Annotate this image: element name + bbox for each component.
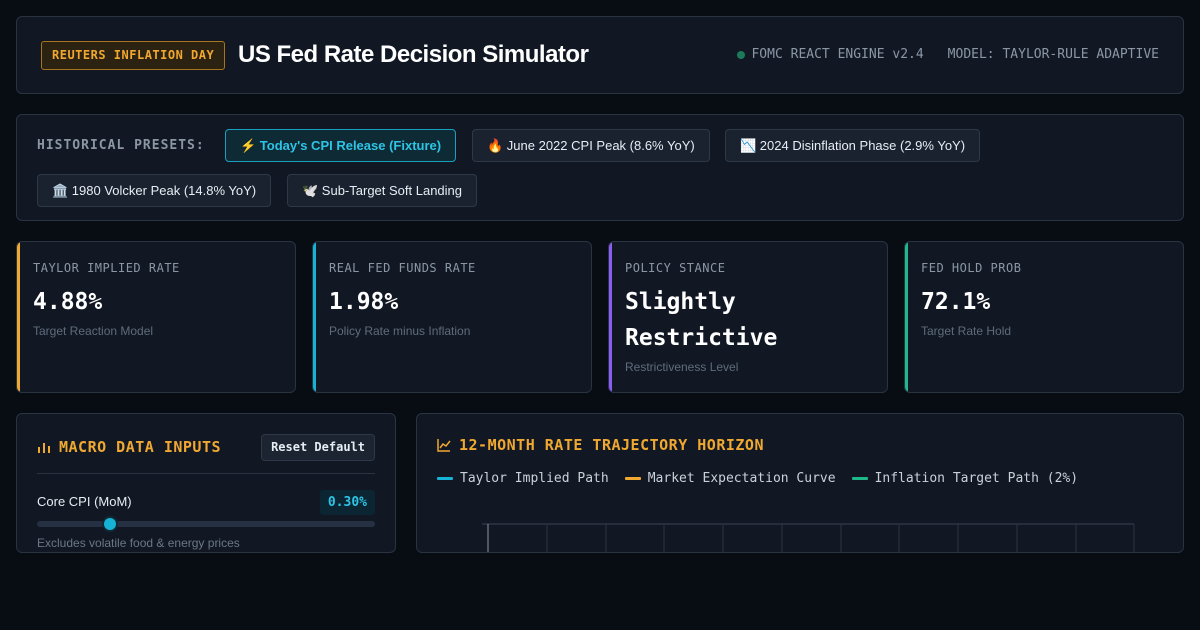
core-cpi-value: 0.30% [319, 490, 375, 515]
legend-swatch [851, 477, 868, 480]
chart-legend: Taylor Implied Path Market Expectation C… [437, 471, 1078, 486]
card-value: 4.88% [33, 289, 103, 315]
bar-chart-icon [38, 443, 50, 453]
metric-card-taylor-rate: TAYLOR IMPLIED RATE 4.88% Target Reactio… [16, 241, 296, 393]
macro-title: MACRO DATA INPUTS [59, 438, 222, 456]
app-header: REUTERS INFLATION DAY US Fed Rate Decisi… [16, 16, 1184, 94]
card-value: Slightly Restrictive [625, 289, 778, 351]
metric-card-policy-stance: POLICY STANCE Slightly Restrictive Restr… [608, 241, 888, 393]
card-accent-bar [905, 242, 908, 392]
divider [37, 473, 375, 474]
legend-item-taylor[interactable]: Taylor Implied Path [437, 471, 609, 486]
engine-version: FOMC REACT ENGINE v2.4 [751, 47, 924, 62]
chart-title: 12-MONTH RATE TRAJECTORY HORIZON [459, 436, 764, 454]
card-label: REAL FED FUNDS RATE [329, 261, 476, 275]
slider-thumb[interactable] [101, 516, 118, 532]
line-chart-icon [437, 439, 451, 452]
card-accent-bar [313, 242, 316, 392]
trajectory-chart-grid [482, 523, 1135, 552]
card-label: FED HOLD PROB [921, 261, 1022, 275]
preset-todays-cpi-button[interactable]: ⚡ Today's CPI Release (Fixture) [225, 129, 457, 162]
status-dot-icon [737, 50, 746, 59]
macro-inputs-panel: MACRO DATA INPUTS Reset Default Core CPI… [16, 413, 396, 553]
page-title: US Fed Rate Decision Simulator [238, 41, 589, 68]
presets-panel: HISTORICAL PRESETS: ⚡ Today's CPI Releas… [16, 114, 1184, 221]
legend-swatch [437, 477, 453, 480]
core-cpi-slider[interactable] [37, 516, 375, 532]
legend-swatch [624, 477, 641, 480]
legend-label: Market Expectation Curve [647, 471, 836, 486]
legend-label: Inflation Target Path (2%) [874, 471, 1079, 486]
model-label: MODEL: TAYLOR-RULE ADAPTIVE [947, 47, 1159, 62]
core-cpi-help: Excludes volatile food & energy prices [37, 536, 240, 550]
legend-item-market[interactable]: Market Expectation Curve [624, 471, 836, 486]
rate-trajectory-panel: 12-MONTH RATE TRAJECTORY HORIZON Taylor … [416, 413, 1184, 553]
legend-item-target[interactable]: Inflation Target Path (2%) [851, 471, 1079, 486]
card-accent-bar [17, 242, 20, 392]
card-subtitle: Policy Rate minus Inflation [329, 324, 471, 338]
preset-1980-volcker-button[interactable]: 🏛️ 1980 Volcker Peak (14.8% YoY) [37, 174, 272, 207]
preset-june-2022-button[interactable]: 🔥 June 2022 CPI Peak (8.6% YoY) [472, 129, 710, 162]
legend-label: Taylor Implied Path [460, 471, 609, 486]
core-cpi-label: Core CPI (MoM) [37, 494, 132, 509]
preset-soft-landing-button[interactable]: 🕊️ Sub-Target Soft Landing [287, 174, 478, 207]
card-value: 1.98% [329, 289, 399, 315]
card-subtitle: Restrictiveness Level [625, 360, 739, 374]
metric-card-real-fed-funds: REAL FED FUNDS RATE 1.98% Policy Rate mi… [312, 241, 592, 393]
metric-card-fed-hold-prob: FED HOLD PROB 72.1% Target Rate Hold [904, 241, 1184, 393]
event-badge: REUTERS INFLATION DAY [41, 41, 226, 70]
card-accent-bar [609, 242, 612, 392]
reset-default-button[interactable]: Reset Default [261, 434, 375, 461]
card-subtitle: Target Reaction Model [33, 324, 154, 338]
presets-label: HISTORICAL PRESETS: [37, 138, 205, 153]
chart-header: 12-MONTH RATE TRAJECTORY HORIZON [437, 436, 764, 454]
macro-header: MACRO DATA INPUTS [37, 438, 221, 456]
card-label: TAYLOR IMPLIED RATE [33, 261, 180, 275]
engine-status: FOMC REACT ENGINE v2.4 [737, 47, 924, 62]
engine-info: FOMC REACT ENGINE v2.4 MODEL: TAYLOR-RUL… [737, 47, 1159, 62]
preset-2024-disinflation-button[interactable]: 📉 2024 Disinflation Phase (2.9% YoY) [725, 129, 981, 162]
card-value: 72.1% [921, 289, 991, 315]
card-label: POLICY STANCE [625, 261, 726, 275]
card-subtitle: Target Rate Hold [921, 324, 1012, 338]
